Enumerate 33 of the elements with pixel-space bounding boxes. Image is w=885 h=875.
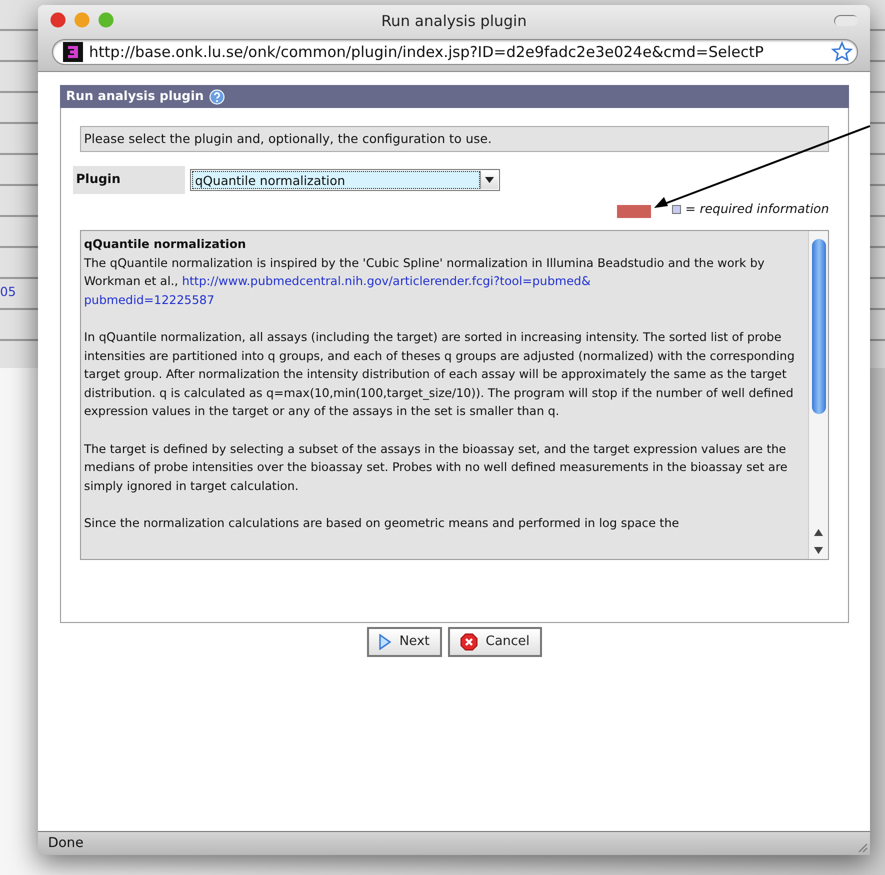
site-icon (63, 42, 83, 62)
next-button[interactable]: Next (367, 627, 442, 657)
address-field[interactable]: http://base.onk.lu.se/onk/common/plugin/index.jsp?ID=d2e9fadc2e3e024e&cmd=SelectP (52, 39, 858, 65)
play-icon (379, 634, 392, 650)
window-title: Run analysis plugin (381, 10, 527, 32)
description-paragraph: In qQuantile normalization, all assays (including the target) are sorted in increasing intensity. The sorted list of probe intensities are partitioned into q groups, and each of theses q groups are adjusted (normalized) with the corresponding target group. After normalization the intensity distribution of each assay will be approximately the same as the target distribution. q is calculated as q=max(10,min(100,target_size/10)). The program will stop if the number of well defined expression values in the target or any of the assays in the set is smaller than q. (84, 328, 796, 420)
description-paragraph: Since the normalization calculations are based on geometric means and performed in log space the (84, 514, 680, 532)
scroll-down-icon[interactable] (814, 546, 823, 554)
instructions-text: Please select the plugin and, optionally, the configuration to use. (80, 126, 829, 152)
reference-link[interactable]: pubmedid=12225587 (84, 292, 214, 307)
background-link[interactable]: 05 (0, 283, 16, 302)
description-title: qQuantile normalization (84, 236, 248, 253)
help-icon[interactable] (208, 88, 225, 104)
plugin-label: Plugin (73, 166, 185, 194)
toolbar-pill-icon[interactable] (834, 15, 858, 26)
close-icon (460, 633, 478, 651)
reference-link[interactable]: http://www.pubmedcentral.nih.gov/articlerender.fcgi?tool=pubmed& (182, 274, 591, 288)
description-paragraph: The target is defined by selecting a subset of the assays in the bioassay set, and the target expression values are the medians of probe intensities over the bioassay set. Probes with no well defined measurements in the bioassay set are simply ignored in target calculation. (84, 440, 788, 495)
status-text: Done (48, 834, 84, 854)
scrollbar[interactable] (808, 231, 828, 559)
required-marker (672, 204, 682, 214)
highlight-marker (617, 205, 651, 218)
close-icon[interactable] (50, 12, 66, 28)
cancel-button[interactable]: Cancel (448, 627, 542, 657)
panel-title: Run analysis plugin (66, 87, 204, 106)
scroll-up-icon[interactable] (814, 528, 823, 536)
resize-grip-icon[interactable] (856, 841, 868, 853)
required-legend: = required information (685, 200, 829, 218)
description-paragraph: The qQuantile normalization is inspired by the 'Cubic Spline' normalization in Illumina Beadstudio and the work by Workman et al., http://www.pubmedcentral.nih.gov/articlerender.fcgi?tool=pubmed& pubmedid=12225587 (84, 254, 766, 309)
caret-icon (485, 177, 494, 183)
star-icon[interactable] (831, 41, 853, 63)
zoom-icon[interactable] (98, 12, 114, 28)
plugin-dropdown[interactable]: qQuantile normalization (190, 169, 500, 191)
